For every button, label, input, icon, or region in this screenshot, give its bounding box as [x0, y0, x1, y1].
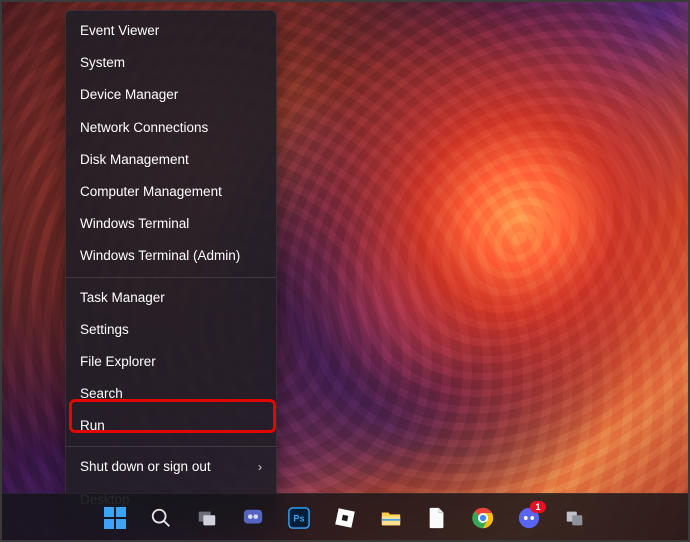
task-view-icon [195, 506, 219, 530]
roblox-icon [333, 506, 357, 530]
menu-item-label: Windows Terminal (Admin) [80, 248, 240, 264]
menu-item-task-manager[interactable]: Task Manager [66, 282, 276, 314]
menu-item-label: System [80, 55, 125, 71]
menu-separator [66, 446, 276, 447]
menu-item-shutdown-signout[interactable]: Shut down or sign out › [66, 451, 276, 483]
taskbar-chat-button[interactable] [234, 499, 272, 537]
chrome-icon [471, 506, 495, 530]
menu-item-network-connections[interactable]: Network Connections [66, 112, 276, 144]
menu-item-system[interactable]: System [66, 47, 276, 79]
menu-item-computer-management[interactable]: Computer Management [66, 176, 276, 208]
chat-icon [241, 506, 265, 530]
document-icon [425, 506, 449, 530]
photoshop-icon: Ps [287, 506, 311, 530]
menu-item-label: Event Viewer [80, 23, 159, 39]
menu-item-label: Task Manager [80, 290, 165, 306]
menu-item-label: Windows Terminal [80, 216, 189, 232]
menu-item-label: File Explorer [80, 354, 156, 370]
svg-text:Ps: Ps [293, 514, 304, 524]
taskbar-app-document[interactable] [418, 499, 456, 537]
menu-item-run[interactable]: Run [66, 410, 276, 442]
taskbar: Ps [0, 493, 690, 542]
file-explorer-icon [379, 506, 403, 530]
taskbar-app-generic[interactable] [556, 499, 594, 537]
notification-badge: 1 [530, 501, 546, 513]
menu-item-label: Shut down or sign out [80, 459, 211, 475]
menu-item-event-viewer[interactable]: Event Viewer [66, 15, 276, 47]
menu-item-file-explorer[interactable]: File Explorer [66, 346, 276, 378]
taskbar-app-chrome[interactable] [464, 499, 502, 537]
taskbar-app-discord[interactable]: 1 [510, 499, 548, 537]
taskbar-task-view-button[interactable] [188, 499, 226, 537]
windows-start-icon [103, 506, 127, 530]
menu-item-windows-terminal[interactable]: Windows Terminal [66, 208, 276, 240]
menu-item-label: Network Connections [80, 120, 208, 136]
taskbar-app-roblox[interactable] [326, 499, 364, 537]
menu-item-windows-terminal-admin[interactable]: Windows Terminal (Admin) [66, 240, 276, 272]
menu-item-disk-management[interactable]: Disk Management [66, 144, 276, 176]
menu-item-search[interactable]: Search [66, 378, 276, 410]
search-icon [149, 506, 173, 530]
menu-item-label: Computer Management [80, 184, 222, 200]
taskbar-search-button[interactable] [142, 499, 180, 537]
menu-item-settings[interactable]: Settings [66, 314, 276, 346]
menu-separator [66, 277, 276, 278]
chevron-right-icon: › [258, 460, 262, 474]
winx-context-menu: Event Viewer System Device Manager Netwo… [65, 10, 277, 521]
menu-item-device-manager[interactable]: Device Manager [66, 79, 276, 111]
menu-item-label: Run [80, 418, 105, 434]
taskbar-file-explorer[interactable] [372, 499, 410, 537]
taskbar-start-button[interactable] [96, 499, 134, 537]
menu-item-label: Search [80, 386, 123, 402]
app-icon [563, 506, 587, 530]
taskbar-app-photoshop[interactable]: Ps [280, 499, 318, 537]
menu-item-label: Settings [80, 322, 129, 338]
menu-item-label: Disk Management [80, 152, 189, 168]
menu-item-label: Device Manager [80, 87, 178, 103]
